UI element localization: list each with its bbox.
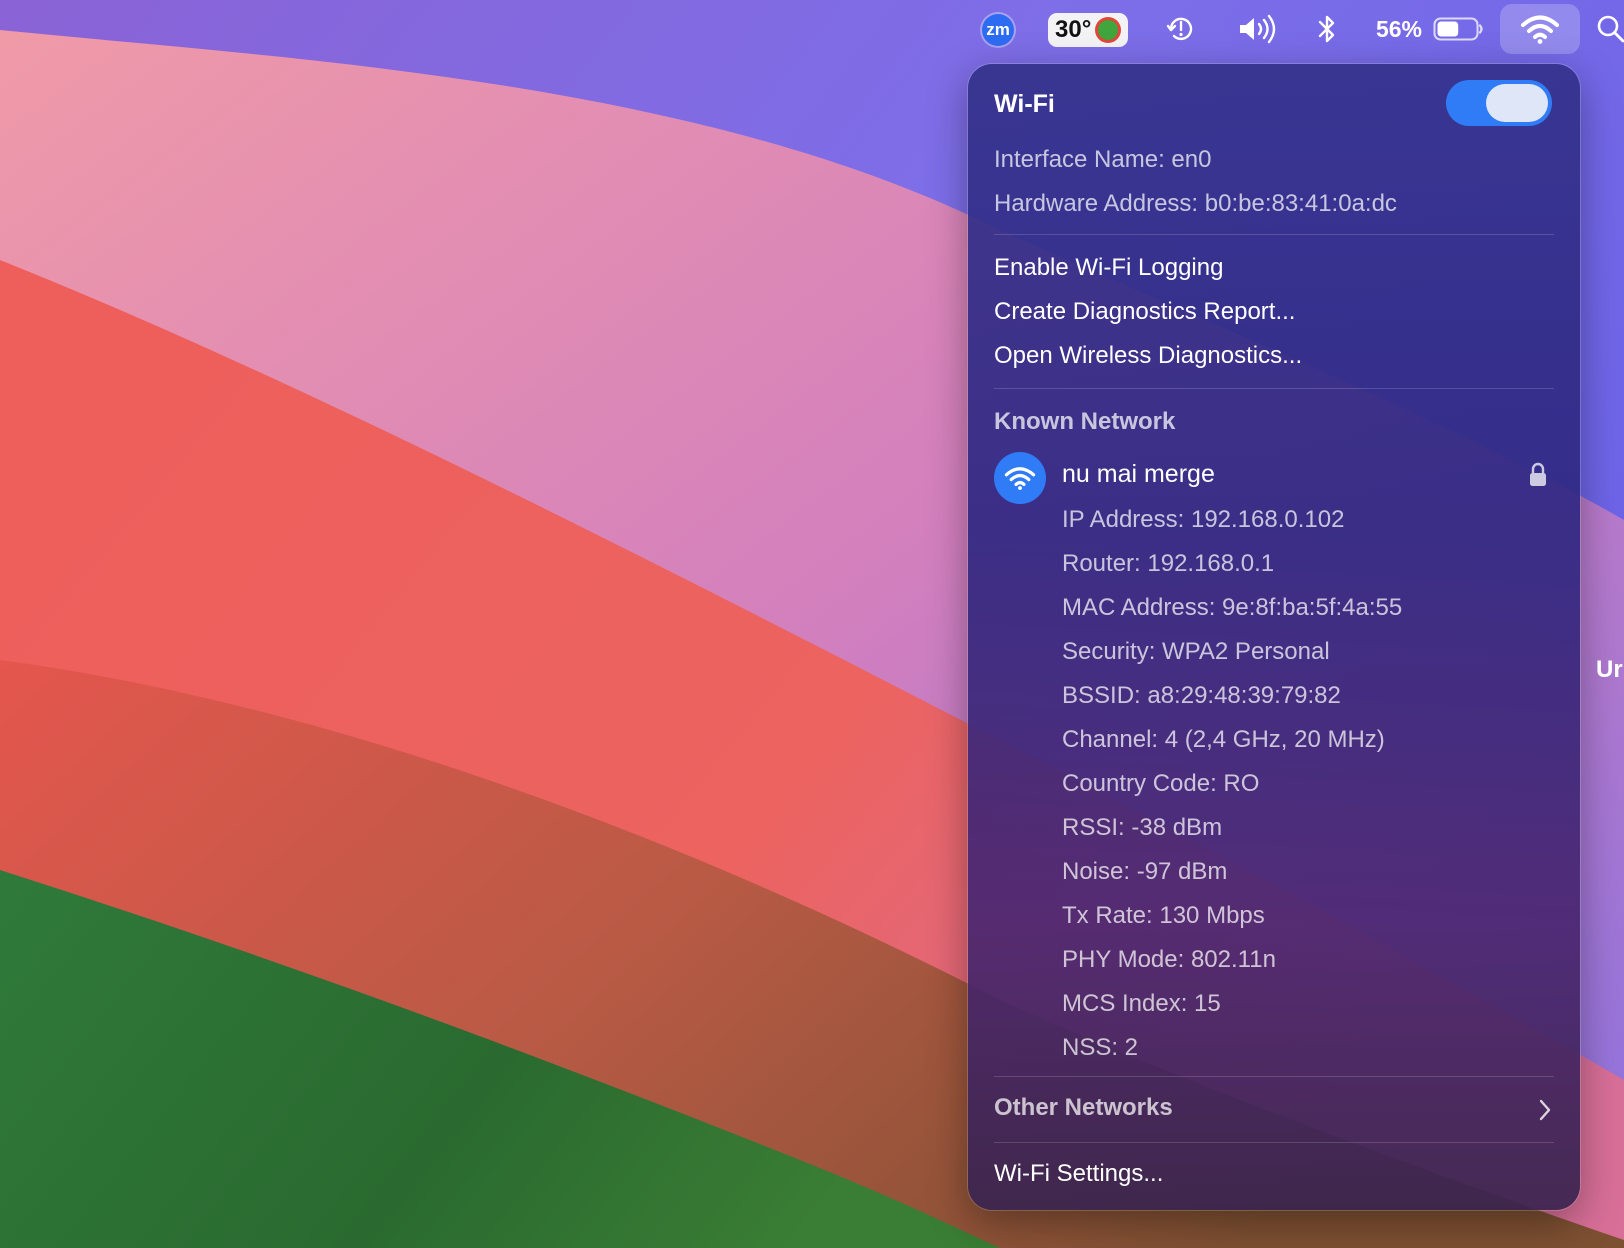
lock-icon	[1528, 462, 1548, 493]
network-detail: IP Address: 192.168.0.102	[1062, 506, 1345, 533]
network-detail: RSSI: -38 dBm	[1062, 814, 1223, 841]
bluetooth-icon[interactable]	[1314, 12, 1340, 46]
network-detail: MAC Address: 9e:8f:ba:5f:4a:55	[1062, 594, 1403, 621]
wifi-menu-panel: Wi-Fi Interface Name: en0 Hardware Addre…	[968, 64, 1580, 1210]
network-wifi-icon[interactable]	[994, 452, 1046, 504]
zoom-icon[interactable]: zm	[982, 14, 1014, 46]
divider	[994, 1142, 1554, 1143]
network-detail: Router: 192.168.0.1	[1062, 550, 1275, 577]
battery-icon[interactable]	[1432, 12, 1486, 46]
network-detail: Channel: 4 (2,4 GHz, 20 MHz)	[1062, 726, 1385, 753]
menu-bar: zm 30° 56%	[0, 0, 1624, 58]
divider	[994, 234, 1554, 235]
wifi-toggle[interactable]	[1446, 80, 1552, 126]
network-detail: BSSID: a8:29:48:39:79:82	[1062, 682, 1341, 709]
open-wireless-diagnostics-item[interactable]: Open Wireless Diagnostics...	[994, 342, 1302, 370]
network-detail: Tx Rate: 130 Mbps	[1062, 902, 1265, 929]
panel-title: Wi-Fi	[994, 90, 1055, 118]
divider	[994, 1076, 1554, 1077]
wifi-settings-item[interactable]: Wi-Fi Settings...	[994, 1160, 1163, 1188]
battery-percent: 56%	[1375, 15, 1423, 42]
desktop-item-label: Ur	[1596, 656, 1623, 683]
network-detail: Country Code: RO	[1062, 770, 1260, 797]
create-diagnostics-report-item[interactable]: Create Diagnostics Report...	[994, 298, 1295, 326]
spotlight-search-icon[interactable]	[1594, 12, 1624, 46]
network-detail: Security: WPA2 Personal	[1062, 638, 1330, 665]
interface-name: Interface Name: en0	[994, 146, 1212, 173]
enable-wifi-logging-item[interactable]: Enable Wi-Fi Logging	[994, 254, 1223, 282]
weather-widget[interactable]: 30°	[1048, 13, 1128, 47]
hardware-address: Hardware Address: b0:be:83:41:0a:dc	[994, 190, 1397, 217]
other-networks-item[interactable]: Other Networks	[994, 1094, 1173, 1122]
network-name[interactable]: nu mai merge	[1062, 460, 1215, 489]
network-detail: NSS: 2	[1062, 1034, 1139, 1061]
wifi-icon[interactable]	[1500, 4, 1580, 54]
network-detail: MCS Index: 15	[1062, 990, 1221, 1017]
chevron-right-icon[interactable]	[1538, 1098, 1552, 1127]
time-machine-icon[interactable]	[1164, 12, 1198, 46]
divider	[994, 388, 1554, 389]
weather-icon	[1098, 20, 1118, 40]
temperature-label: 30°	[1055, 16, 1092, 43]
network-detail: PHY Mode: 802.11n	[1062, 946, 1276, 973]
known-network-header: Known Network	[994, 408, 1176, 435]
toggle-knob	[1486, 84, 1548, 122]
volume-icon[interactable]	[1236, 12, 1280, 46]
network-detail: Noise: -97 dBm	[1062, 858, 1228, 885]
